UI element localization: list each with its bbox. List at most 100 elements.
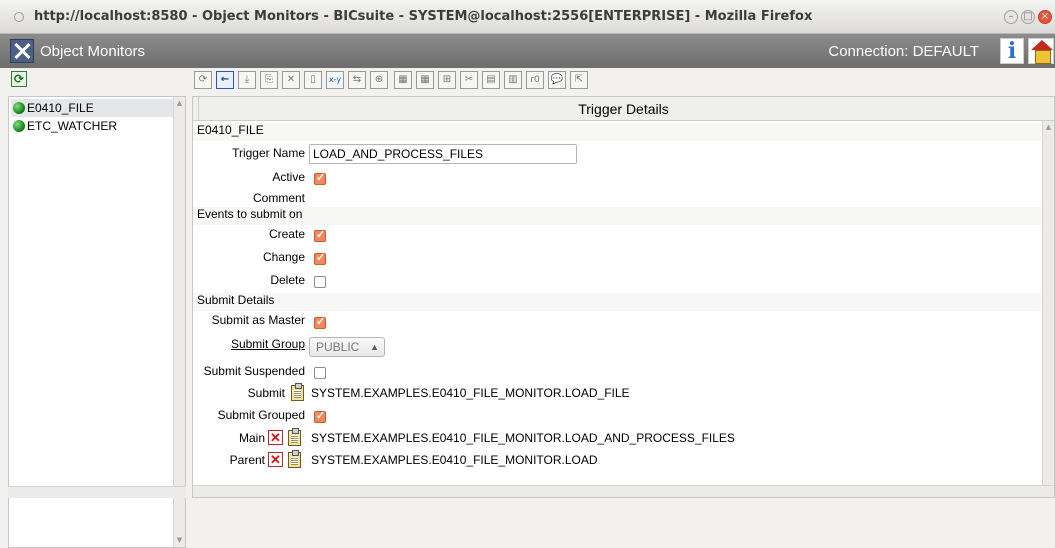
- panel-horizontal-scrollbar[interactable]: [193, 485, 1054, 497]
- grid-icon[interactable]: ▦: [394, 71, 412, 89]
- clipboard-icon[interactable]: [288, 450, 301, 468]
- object-name-row: E0410_FILE: [193, 123, 1041, 141]
- trigger-name-label: Trigger Name: [232, 146, 305, 160]
- clipboard-icon[interactable]: ▥: [504, 71, 522, 89]
- submit-grouped-checkbox[interactable]: [314, 409, 326, 423]
- change-row: Change: [193, 247, 1041, 269]
- toolbar: ⟳ ← ⤓ ⎘ ✕ ▯ x-y ⇆ ⊕ ▦ ▦ ⊞ ✂ ▤ ▥ r0 💬 ⇱: [192, 71, 1055, 93]
- submit-value: SYSTEM.EXAMPLES.E0410_FILE_MONITOR.LOAD_…: [311, 386, 630, 400]
- clear-x-icon[interactable]: ✕: [268, 452, 283, 467]
- scroll-up-icon[interactable]: ▲: [1044, 123, 1053, 132]
- window-menu-dot[interactable]: [14, 12, 24, 22]
- clear-x-icon[interactable]: ✕: [268, 430, 283, 445]
- main-label: Main: [238, 431, 265, 445]
- tree-item-etc-watcher[interactable]: ETC_WATCHER: [11, 117, 117, 135]
- parent-label: Parent: [229, 453, 265, 467]
- app-logo-icon: [10, 39, 34, 63]
- comment-row: Comment: [193, 189, 1041, 209]
- delete-label: Delete: [270, 273, 305, 287]
- submit-label: Submit: [247, 386, 285, 400]
- submit-group-row: Submit Group PUBLIC ▲: [193, 333, 1041, 359]
- submit-grouped-label: Submit Grouped: [217, 408, 305, 422]
- submit-as-master-checkbox[interactable]: [314, 315, 326, 329]
- grid-alt-icon[interactable]: ▦: [416, 71, 434, 89]
- tree-vertical-scrollbar[interactable]: ▲ ▼: [173, 97, 185, 547]
- spinner-icon: ▲: [370, 342, 379, 352]
- info-icon[interactable]: i: [1000, 38, 1024, 64]
- panel-title: Trigger Details: [578, 101, 669, 117]
- refresh-icon[interactable]: ⟳: [11, 71, 27, 87]
- minimize-button[interactable]: –: [1004, 10, 1018, 24]
- active-row: Active: [193, 167, 1041, 189]
- object-name: E0410_FILE: [197, 123, 264, 137]
- parent-value: SYSTEM.EXAMPLES.E0410_FILE_MONITOR.LOAD: [311, 453, 598, 467]
- submit-suspended-row: Submit Suspended: [193, 359, 1041, 381]
- comment-label: Comment: [252, 191, 305, 205]
- submit-as-master-row: Submit as Master: [193, 311, 1041, 333]
- submit-details-section-row: Submit Details: [193, 293, 1041, 311]
- create-checkbox[interactable]: [314, 228, 326, 242]
- connection-label: Connection: DEFAULT: [828, 43, 979, 60]
- trigger-name-row: Trigger Name LOAD_AND_PROCESS_FILES: [193, 143, 1041, 167]
- submit-group-link[interactable]: Submit Group: [231, 337, 305, 351]
- copy-icon[interactable]: ⎘: [260, 71, 278, 89]
- trigger-name-input[interactable]: LOAD_AND_PROCESS_FILES: [309, 144, 577, 164]
- comment-icon[interactable]: 💬: [548, 71, 566, 89]
- submit-suspended-label: Submit Suspended: [203, 364, 305, 378]
- panel-header-cap: [193, 97, 199, 121]
- submit-details-section-title: Submit Details: [197, 293, 275, 307]
- events-section-row: Events to submit on: [193, 207, 1041, 225]
- main-row: Main ✕ SYSTEM.EXAMPLES.E0410_FILE_MONITO…: [193, 427, 1041, 449]
- paste-icon[interactable]: ▤: [482, 71, 500, 89]
- clipboard-icon[interactable]: [288, 428, 301, 446]
- submit-group-value: PUBLIC: [316, 340, 360, 354]
- panel-vertical-scrollbar[interactable]: ▲: [1042, 121, 1054, 487]
- status-green-icon: [13, 120, 25, 132]
- scroll-down-icon[interactable]: ▼: [175, 536, 184, 545]
- back-arrow-icon[interactable]: ←: [216, 71, 234, 89]
- submit-row: Submit SYSTEM.EXAMPLES.E0410_FILE_MONITO…: [193, 383, 1041, 405]
- change-label: Change: [262, 250, 305, 264]
- create-label: Create: [268, 227, 305, 241]
- export-icon[interactable]: ⇱: [570, 71, 588, 89]
- app-title: Object Monitors: [40, 43, 146, 60]
- trigger-details-panel: Trigger Details E0410_FILE Trigger Name …: [192, 96, 1055, 498]
- delete-checkbox[interactable]: [314, 276, 326, 288]
- change-checkbox[interactable]: [314, 251, 326, 265]
- add-icon[interactable]: ⊕: [370, 71, 388, 89]
- scroll-up-icon[interactable]: ▲: [175, 99, 184, 108]
- table-icon[interactable]: ⊞: [438, 71, 456, 89]
- maximize-button[interactable]: □: [1021, 10, 1035, 24]
- window-titlebar: http://localhost:8580 - Object Monitors …: [0, 0, 1055, 34]
- submit-grouped-row: Submit Grouped: [193, 405, 1041, 427]
- active-checkbox[interactable]: [314, 171, 326, 185]
- main-value: SYSTEM.EXAMPLES.E0410_FILE_MONITOR.LOAD_…: [311, 431, 735, 445]
- clipboard-icon[interactable]: [291, 383, 304, 401]
- status-green-icon: [13, 102, 25, 114]
- close-button[interactable]: ×: [1038, 10, 1052, 24]
- r0-icon[interactable]: r0: [526, 71, 544, 89]
- home-icon[interactable]: [1028, 38, 1054, 64]
- app-header: Object Monitors Connection: DEFAULT i: [0, 34, 1055, 68]
- refresh-tool-icon[interactable]: ⟳: [194, 71, 212, 89]
- tree-item-label: ETC_WATCHER: [27, 119, 117, 133]
- new-document-icon[interactable]: ▯: [304, 71, 322, 89]
- delete-icon[interactable]: ✕: [282, 71, 300, 89]
- create-row: Create: [193, 225, 1041, 247]
- left-panel: ⟳ E0410_FILE ETC_WATCHER ▲ ▼: [0, 68, 188, 548]
- panel-header: Trigger Details: [193, 97, 1054, 121]
- submit-suspended-checkbox[interactable]: [314, 367, 326, 379]
- submit-as-master-label: Submit as Master: [211, 313, 305, 327]
- submit-group-select[interactable]: PUBLIC ▲: [309, 337, 385, 357]
- cut-icon[interactable]: ✂: [460, 71, 478, 89]
- window-title: http://localhost:8580 - Object Monitors …: [34, 9, 813, 24]
- active-label: Active: [272, 170, 305, 184]
- tree-item-e0410-file[interactable]: E0410_FILE: [11, 99, 177, 117]
- object-tree: E0410_FILE ETC_WATCHER ▲ ▼: [8, 96, 186, 548]
- tree-horizontal-scrollbar[interactable]: [8, 486, 186, 498]
- save-icon[interactable]: ⤓: [238, 71, 256, 89]
- tree-item-label: E0410_FILE: [27, 101, 94, 115]
- move-icon[interactable]: ⇆: [348, 71, 366, 89]
- events-section-title: Events to submit on: [197, 207, 303, 221]
- xy-icon[interactable]: x-y: [326, 71, 344, 89]
